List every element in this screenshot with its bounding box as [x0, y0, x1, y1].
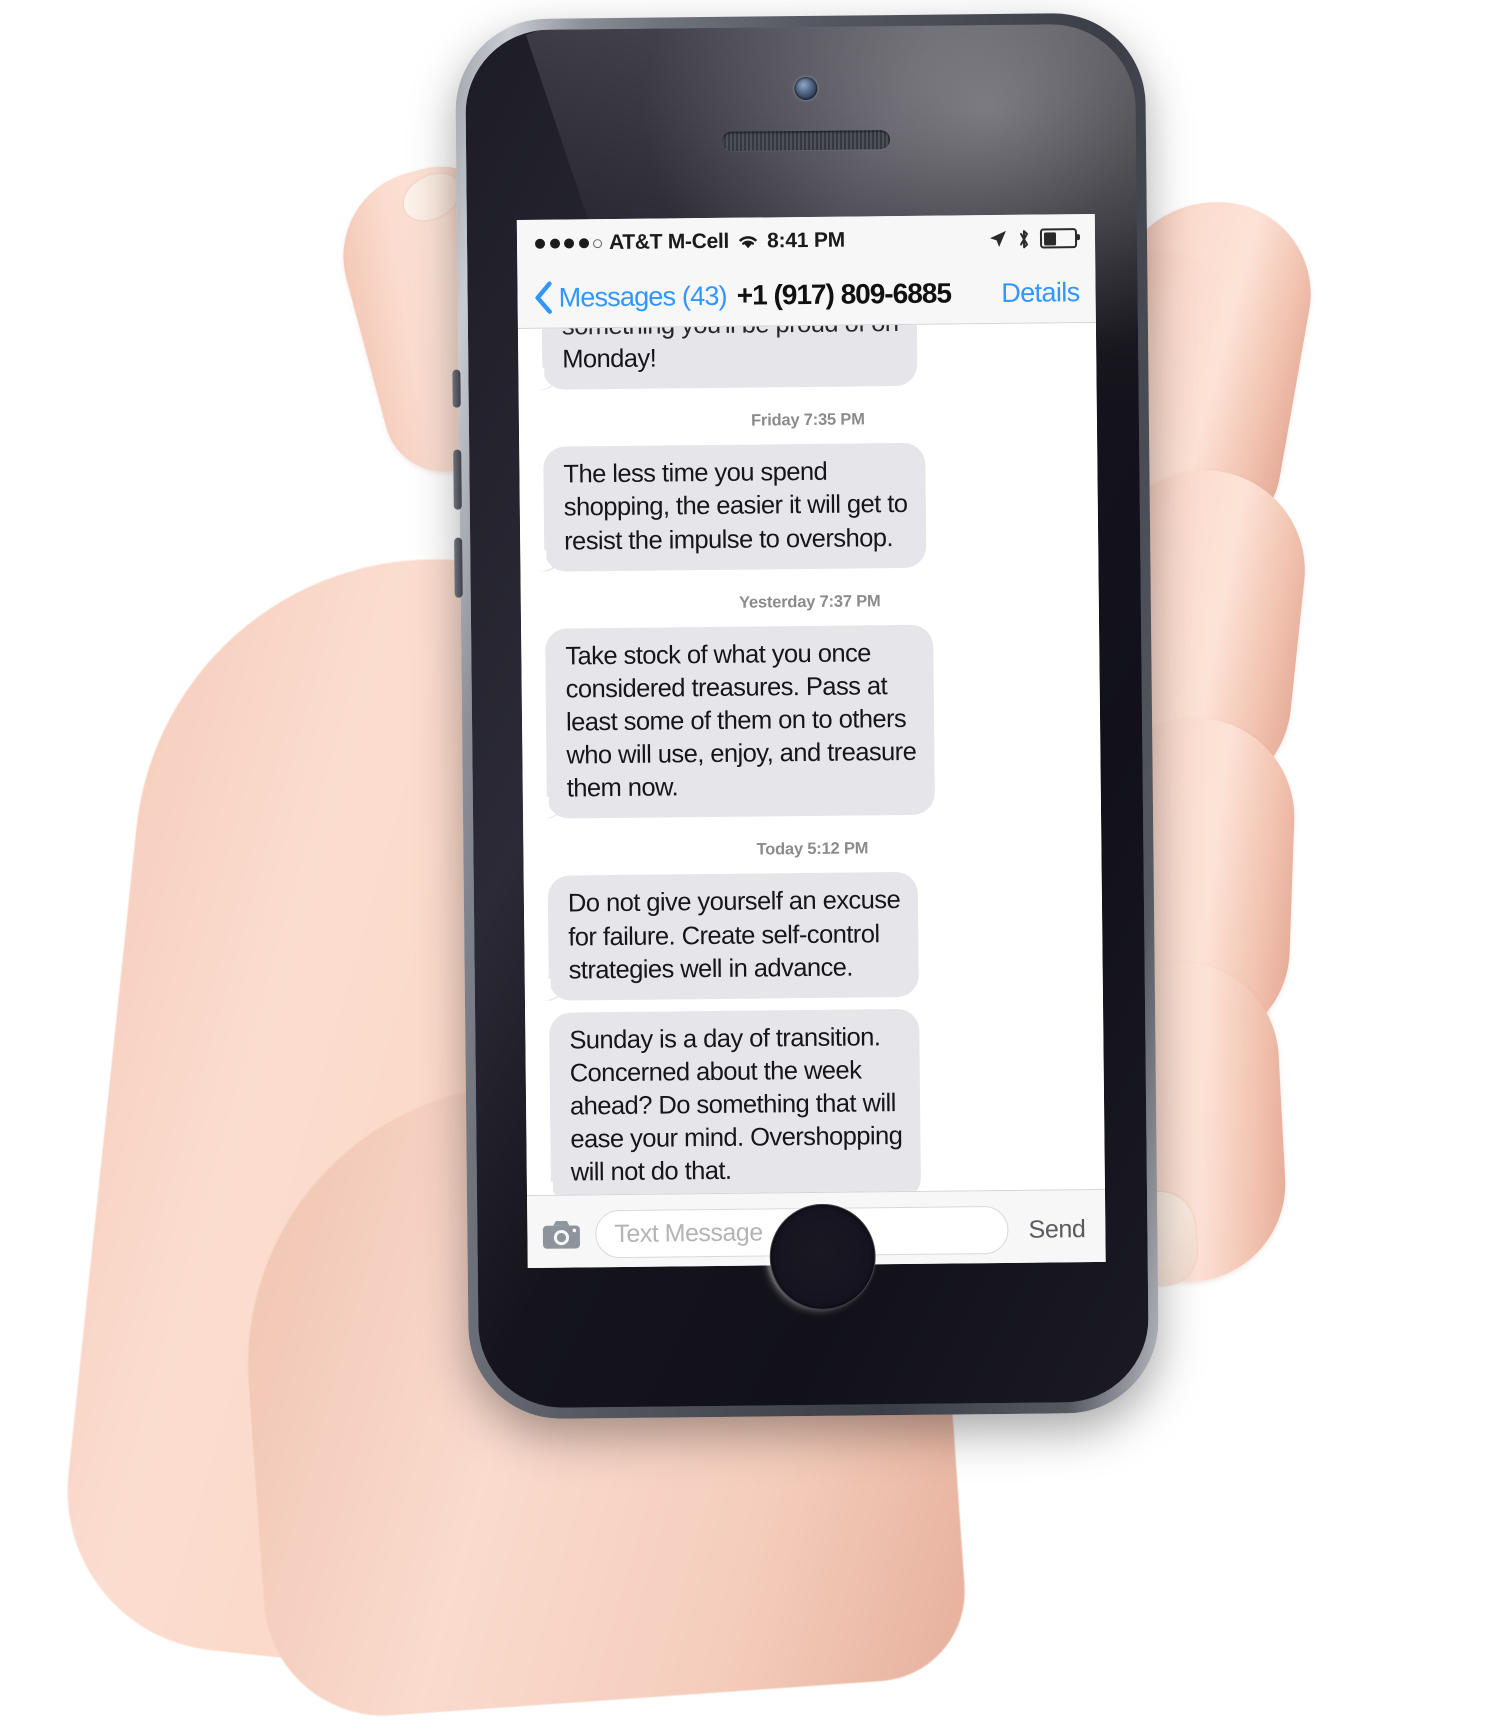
message-line: least some of them on to others	[565, 704, 907, 737]
message-line: Concerned about the week	[569, 1056, 862, 1088]
message-timestamp: Today 5:12 PM	[756, 839, 869, 859]
phone-glass: AT&T M-Cell 8:41 PM Messages (43) +1 (91…	[464, 23, 1150, 1409]
message-line: for failure. Create self-control	[568, 919, 880, 952]
message-line: Do not give yourself an excuse	[567, 886, 901, 918]
back-button[interactable]: Messages (43)	[533, 279, 727, 315]
phone-body: AT&T M-Cell 8:41 PM Messages (43) +1 (91…	[452, 12, 1160, 1420]
navigation-bar: Messages (43) +1 (917) 809-6885 Details	[517, 261, 1096, 330]
chevron-left-icon[interactable]	[533, 281, 553, 315]
message-thread[interactable]: something you'll be proud of on Monday! Fr…	[517, 322, 1105, 1195]
battery-icon	[1039, 228, 1078, 249]
location-arrow-icon	[990, 230, 1006, 247]
message-line: strategies well in advance.	[568, 953, 854, 985]
status-bar: AT&T M-Cell 8:41 PM	[516, 213, 1096, 269]
message-line: shopping, the easier it will get to	[563, 490, 908, 522]
message-row: Do not give yourself an excuse for failur…	[524, 870, 1103, 1001]
message-line: Monday!	[562, 344, 657, 374]
message-line: ahead? Do something that will	[569, 1089, 896, 1121]
phone-screen: AT&T M-Cell 8:41 PM Messages (43) +1 (91…	[516, 213, 1106, 1268]
message-line: The less time you spend	[563, 458, 828, 489]
home-button[interactable]	[769, 1203, 877, 1311]
text-message-placeholder: Text Message	[614, 1217, 763, 1248]
bluetooth-icon	[1019, 229, 1029, 248]
message-bubble[interactable]: Take stock of what you once considered tr…	[545, 624, 935, 820]
details-button[interactable]: Details	[1001, 277, 1080, 309]
front-camera-icon	[794, 76, 818, 101]
ring-silent-switch[interactable]	[452, 369, 461, 408]
message-line: Take stock of what you once	[565, 639, 871, 671]
message-row: something you'll be proud of on Monday!	[518, 322, 1097, 391]
message-bubble[interactable]: The less time you spend shopping, the eas…	[543, 443, 927, 572]
camera-icon[interactable]	[541, 1218, 581, 1250]
back-button-label[interactable]: Messages (43)	[558, 280, 727, 313]
message-bubble[interactable]: Sunday is a day of transition. Concerned …	[549, 1008, 921, 1195]
volume-button-down[interactable]	[454, 537, 463, 598]
send-button[interactable]: Send	[1022, 1215, 1091, 1245]
earpiece-speaker-icon	[721, 130, 891, 151]
message-line: will not do that.	[570, 1157, 732, 1187]
message-row: Take stock of what you once considered tr…	[521, 623, 1101, 820]
message-line: ease your mind. Overshopping	[570, 1122, 903, 1154]
message-row: Sunday is a day of transition. Concerned …	[525, 1007, 1105, 1195]
message-line: who will use, enjoy, and treasure	[566, 737, 917, 770]
message-timestamp: Yesterday 7:37 PM	[738, 591, 881, 612]
message-bubble-clipped[interactable]: something you'll be proud of on Monday!	[541, 322, 918, 391]
status-indicators	[988, 228, 1078, 250]
message-bubble[interactable]: Do not give yourself an excuse for failur…	[547, 872, 920, 1001]
message-line: resist the impulse to overshop.	[564, 523, 894, 556]
page-title: +1 (917) 809-6885	[736, 277, 952, 311]
message-timestamp: Friday 7:35 PM	[750, 410, 865, 430]
message-line: them now.	[566, 773, 679, 803]
message-line: considered treasures. Pass at	[565, 672, 888, 704]
volume-button-up[interactable]	[453, 449, 462, 510]
message-row: The less time you spend shopping, the eas…	[519, 441, 1098, 572]
message-line: Sunday is a day of transition.	[569, 1023, 881, 1055]
